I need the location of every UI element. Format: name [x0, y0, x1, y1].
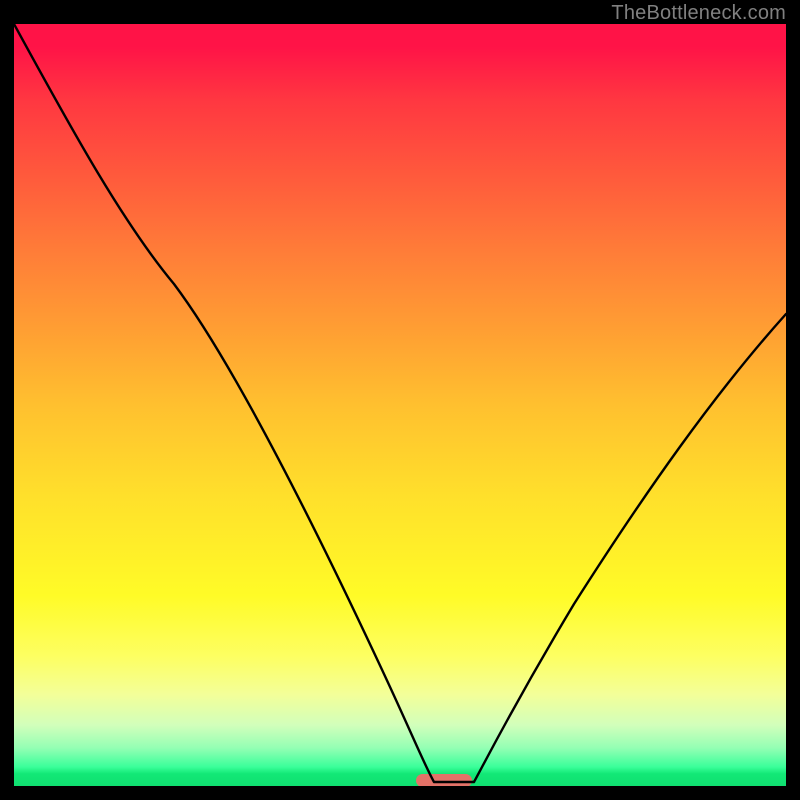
bottleneck-curve [14, 24, 786, 786]
chart-frame: TheBottleneck.com [0, 0, 800, 800]
attribution-label: TheBottleneck.com [611, 2, 786, 25]
plot-area [14, 24, 786, 786]
bottleneck-curve-path [14, 24, 786, 782]
